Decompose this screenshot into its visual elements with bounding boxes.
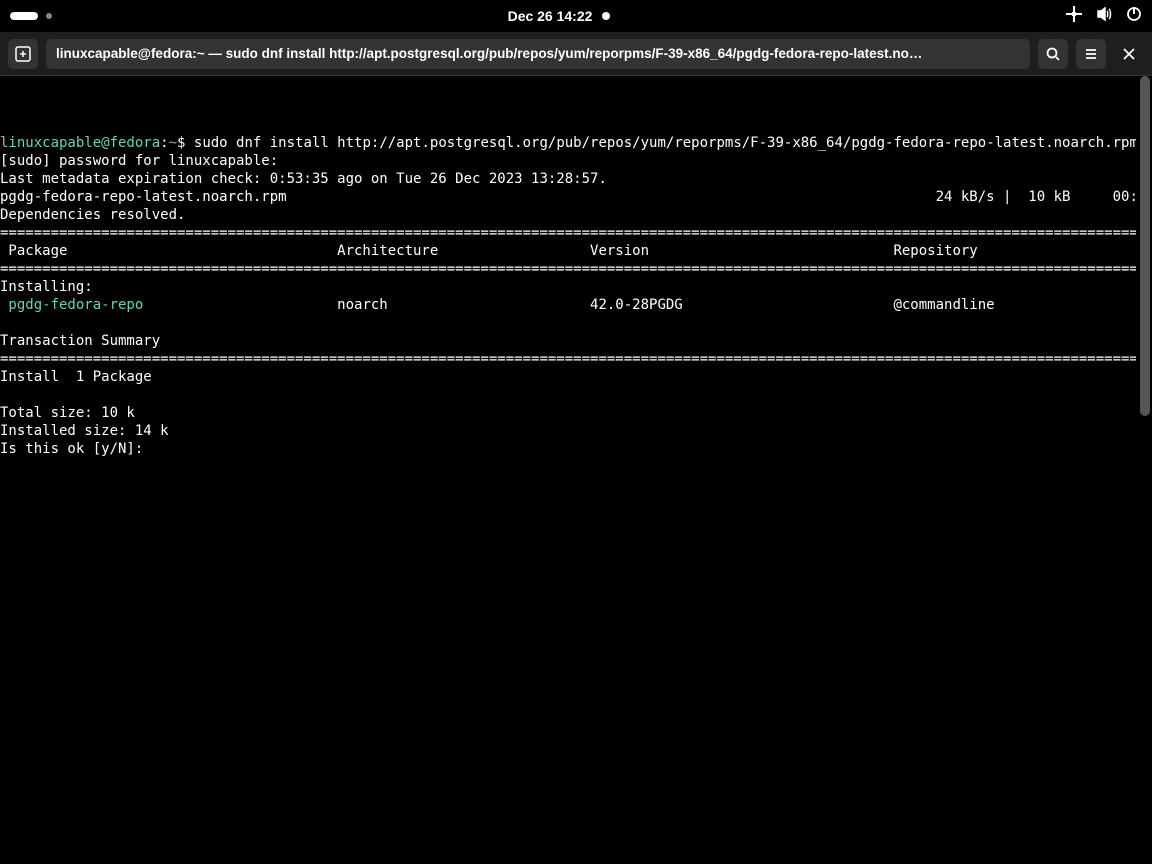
- table-header: Package Architecture Version Repository …: [0, 243, 1136, 259]
- activities-indicator[interactable]: [10, 12, 38, 20]
- install-count: Install 1 Package: [0, 369, 152, 385]
- power-icon[interactable]: [1126, 6, 1142, 26]
- prompt-dollar: $: [177, 135, 194, 151]
- transaction-summary: Transaction Summary: [0, 333, 160, 349]
- window-title-text: linuxcapable@fedora:~ — sudo dnf install…: [56, 46, 922, 61]
- gnome-topbar: Dec 26 14:22: [0, 0, 1152, 32]
- menu-button[interactable]: [1076, 39, 1106, 69]
- divider-3: ========================================…: [0, 351, 1136, 367]
- divider-1: ========================================…: [0, 225, 1136, 241]
- notification-dot-icon: [602, 12, 610, 20]
- topbar-right: [1066, 6, 1142, 26]
- topbar-clock[interactable]: Dec 26 14:22: [508, 8, 611, 24]
- prompt-path: ~: [169, 135, 177, 151]
- terminal-window-header: linuxcapable@fedora:~ — sudo dnf install…: [0, 32, 1152, 76]
- sudo-prompt-line: [sudo] password for linuxcapable:: [0, 153, 278, 169]
- new-tab-button[interactable]: [8, 39, 38, 69]
- command-text: sudo dnf install http://apt.postgresql.o…: [194, 135, 1136, 151]
- terminal-body[interactable]: linuxcapable@fedora:~$ sudo dnf install …: [0, 76, 1152, 480]
- volume-icon[interactable]: [1096, 6, 1112, 26]
- installing-label: Installing:: [0, 279, 93, 295]
- scrollbar[interactable]: [1140, 76, 1150, 416]
- close-button[interactable]: [1114, 39, 1144, 69]
- prompt-user: linuxcapable@fedora: [0, 135, 160, 151]
- datetime-label: Dec 26 14:22: [508, 8, 593, 24]
- total-size: Total size: 10 k: [0, 405, 135, 421]
- installed-size: Installed size: 14 k: [0, 423, 169, 439]
- deps-line: Dependencies resolved.: [0, 207, 185, 223]
- workspace-dot: [46, 13, 52, 19]
- search-button[interactable]: [1038, 39, 1068, 69]
- topbar-left: [10, 12, 52, 20]
- package-name: pgdg-fedora-repo: [0, 297, 143, 313]
- package-row-rest: noarch 42.0-28PGDG @commandline 10 k: [143, 297, 1136, 313]
- metadata-line: Last metadata expiration check: 0:53:35 …: [0, 171, 607, 187]
- terminal-content: linuxcapable@fedora:~$ sudo dnf install …: [0, 134, 1136, 458]
- prompt-colon: :: [160, 135, 168, 151]
- window-title: linuxcapable@fedora:~ — sudo dnf install…: [46, 39, 1030, 69]
- network-icon[interactable]: [1066, 6, 1082, 26]
- download-line: pgdg-fedora-repo-latest.noarch.rpm 24 kB…: [0, 189, 1136, 205]
- divider-2: ========================================…: [0, 261, 1136, 277]
- confirm-prompt: Is this ok [y/N]:: [0, 441, 152, 457]
